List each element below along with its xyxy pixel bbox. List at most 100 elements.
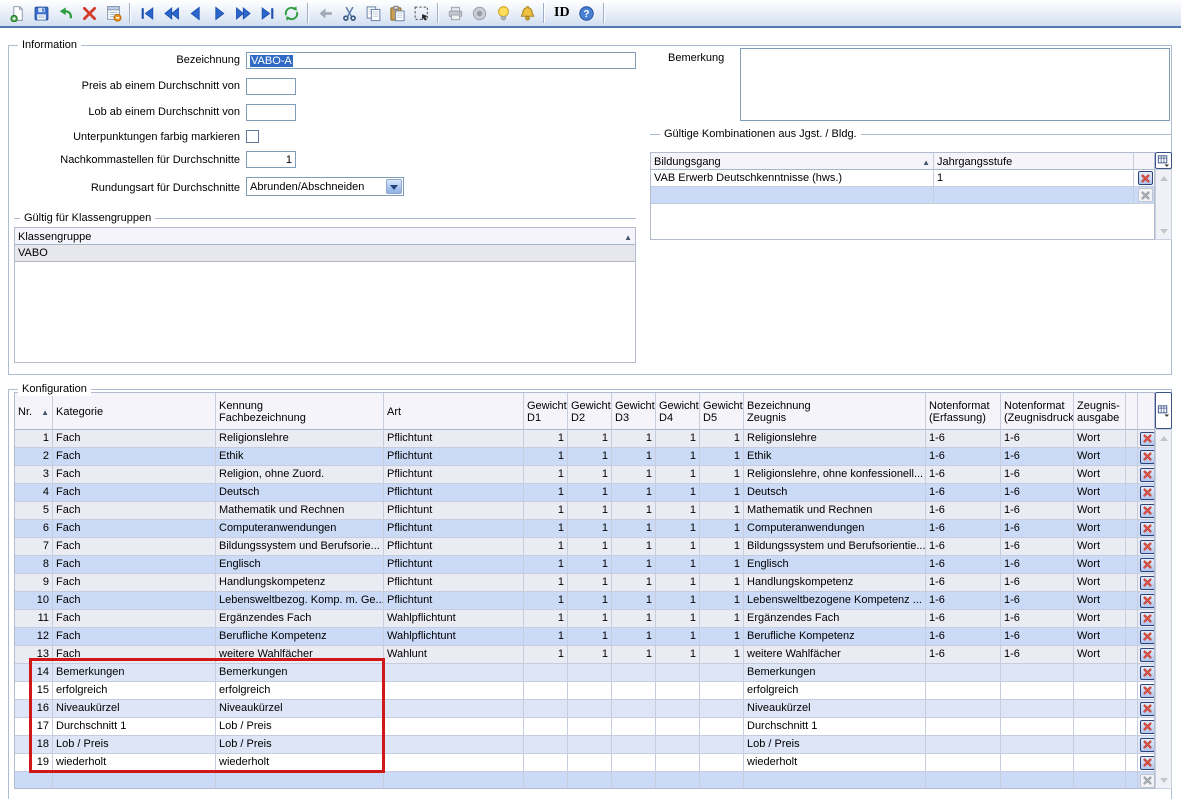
cell-notenformat-erfassung[interactable]: 1-6 [926, 538, 1001, 556]
table-row[interactable]: 2FachEthikPflichtunt11111Ethik1-61-6Wort [15, 448, 1154, 466]
cell-empty[interactable] [656, 772, 700, 789]
cell-gewicht-d5[interactable] [700, 664, 744, 682]
cell-gewicht-d1[interactable]: 1 [524, 448, 568, 466]
cell-art[interactable]: Wahlunt [384, 646, 524, 664]
cell-kategorie[interactable]: Fach [53, 574, 216, 592]
cell-gewicht-d2[interactable]: 1 [568, 556, 612, 574]
cell-zeugnisausgabe[interactable] [1074, 682, 1126, 700]
cell-gewicht-d1[interactable]: 1 [524, 466, 568, 484]
table-row[interactable]: 6FachComputeranwendungenPflichtunt11111C… [15, 520, 1154, 538]
hint-button[interactable] [491, 1, 515, 25]
table-row[interactable]: 1FachReligionslehrePflichtunt11111Religi… [15, 430, 1154, 448]
nav-first-button[interactable] [135, 1, 159, 25]
preis-input[interactable] [246, 78, 296, 95]
cell-kategorie[interactable]: Fach [53, 520, 216, 538]
cell-bezeichnung-zeugnis[interactable]: Bemerkungen [744, 664, 926, 682]
cell-gewicht-d2[interactable]: 1 [568, 484, 612, 502]
cell-notenformat-erfassung[interactable] [926, 718, 1001, 736]
cell-gewicht-d3[interactable]: 1 [612, 520, 656, 538]
cell-gewicht-d3[interactable] [612, 664, 656, 682]
cell-empty[interactable] [216, 772, 384, 789]
cell-gewicht-d2[interactable]: 1 [568, 430, 612, 448]
cell-kategorie[interactable]: Fach [53, 466, 216, 484]
cell-art[interactable]: Pflichtunt [384, 520, 524, 538]
cell-art[interactable]: Pflichtunt [384, 556, 524, 574]
cell-gewicht-d5[interactable]: 1 [700, 502, 744, 520]
col-header-gewicht-d2[interactable]: GewichtD2 [568, 393, 612, 430]
cell-notenformat-erfassung[interactable]: 1-6 [926, 502, 1001, 520]
cell-kategorie[interactable]: Fach [53, 430, 216, 448]
cell-kategorie[interactable]: Fach [53, 538, 216, 556]
cell-gewicht-d5[interactable]: 1 [700, 610, 744, 628]
cell-kennung[interactable]: Handlungskompetenz [216, 574, 384, 592]
cell-gewicht-d4[interactable]: 1 [656, 466, 700, 484]
cell-notenformat-zeugnisdruck[interactable] [1001, 754, 1074, 772]
cell-kennung[interactable]: Deutsch [216, 484, 384, 502]
delete-row-button-disabled[interactable] [1140, 774, 1155, 788]
table-row[interactable]: VABO [15, 245, 635, 262]
bemerkung-field[interactable] [740, 48, 1170, 121]
cell-gewicht-d1[interactable]: 1 [524, 592, 568, 610]
cell-gewicht-d2[interactable]: 1 [568, 538, 612, 556]
cell-gewicht-d2[interactable]: 1 [568, 574, 612, 592]
cell-gewicht-d2[interactable] [568, 736, 612, 754]
scroll-down-icon[interactable] [1157, 774, 1170, 787]
cell-kategorie[interactable]: Lob / Preis [53, 736, 216, 754]
cell-gewicht-d5[interactable]: 1 [700, 646, 744, 664]
cell-zeugnisausgabe[interactable]: Wort [1074, 502, 1126, 520]
cell-gewicht-d5[interactable]: 1 [700, 556, 744, 574]
cell-notenformat-erfassung[interactable]: 1-6 [926, 430, 1001, 448]
delete-row-button[interactable] [1140, 486, 1155, 500]
cell-gewicht-d4[interactable]: 1 [656, 448, 700, 466]
cell-kennung[interactable]: wiederholt [216, 754, 384, 772]
help-button[interactable]: ? [575, 1, 599, 25]
cell-gewicht-d2[interactable]: 1 [568, 628, 612, 646]
cell-kategorie[interactable]: Fach [53, 592, 216, 610]
cell-empty[interactable] [15, 772, 53, 789]
cell-gewicht-d5[interactable] [700, 682, 744, 700]
cell-gewicht-d3[interactable]: 1 [612, 538, 656, 556]
cell-nr[interactable]: 8 [15, 556, 53, 574]
cell-gewicht-d5[interactable] [700, 700, 744, 718]
cell-gewicht-d2[interactable]: 1 [568, 520, 612, 538]
cell-bezeichnung-zeugnis[interactable]: Ethik [744, 448, 926, 466]
cell-notenformat-zeugnisdruck[interactable] [1001, 682, 1074, 700]
chevron-down-icon[interactable] [386, 179, 402, 194]
cell-nr[interactable]: 7 [15, 538, 53, 556]
cell-gewicht-d3[interactable]: 1 [612, 628, 656, 646]
cell-nr[interactable]: 4 [15, 484, 53, 502]
cell-art[interactable]: Pflichtunt [384, 466, 524, 484]
cell-nr[interactable]: 14 [15, 664, 53, 682]
cell-zeugnisausgabe[interactable] [1074, 736, 1126, 754]
cell-kennung[interactable]: Berufliche Kompetenz [216, 628, 384, 646]
cell-notenformat-zeugnisdruck[interactable]: 1-6 [1001, 628, 1074, 646]
cell-gewicht-d2[interactable]: 1 [568, 646, 612, 664]
table-row[interactable]: 7FachBildungssystem und Berufsorie...Pfl… [15, 538, 1154, 556]
cell-empty[interactable] [926, 772, 1001, 789]
cell-notenformat-zeugnisdruck[interactable]: 1-6 [1001, 430, 1074, 448]
cell-bezeichnung-zeugnis[interactable]: erfolgreich [744, 682, 926, 700]
cell-kennung[interactable]: Bemerkungen [216, 664, 384, 682]
table-row[interactable]: VAB Erwerb Deutschkenntnisse (hws.)1 [651, 170, 1154, 187]
nav-forward-button[interactable] [207, 1, 231, 25]
cell-gewicht-d3[interactable] [612, 682, 656, 700]
col-header-jahrgangsstufe[interactable]: Jahrgangsstufe [934, 153, 1134, 170]
cell-klassengruppe[interactable]: VABO [15, 245, 635, 262]
table-row[interactable]: 12FachBerufliche KompetenzWahlpflichtunt… [15, 628, 1154, 646]
cell-bezeichnung-zeugnis[interactable]: Religionslehre, ohne konfessionell... [744, 466, 926, 484]
col-header-bildungsgang[interactable]: Bildungsgang▲ [651, 153, 934, 170]
cell-notenformat-zeugnisdruck[interactable]: 1-6 [1001, 556, 1074, 574]
cell-empty[interactable] [651, 187, 934, 204]
cell-bezeichnung-zeugnis[interactable]: Deutsch [744, 484, 926, 502]
cell-zeugnisausgabe[interactable] [1074, 718, 1126, 736]
cell-nr[interactable]: 11 [15, 610, 53, 628]
cell-notenformat-zeugnisdruck[interactable] [1001, 700, 1074, 718]
cell-gewicht-d2[interactable]: 1 [568, 610, 612, 628]
cell-zeugnisausgabe[interactable] [1074, 700, 1126, 718]
col-header-art[interactable]: Art [384, 393, 524, 430]
cell-bezeichnung-zeugnis[interactable]: weitere Wahlfächer [744, 646, 926, 664]
cell-gewicht-d1[interactable] [524, 682, 568, 700]
cell-zeugnisausgabe[interactable]: Wort [1074, 538, 1126, 556]
cell-gewicht-d4[interactable]: 1 [656, 646, 700, 664]
cell-gewicht-d4[interactable] [656, 754, 700, 772]
